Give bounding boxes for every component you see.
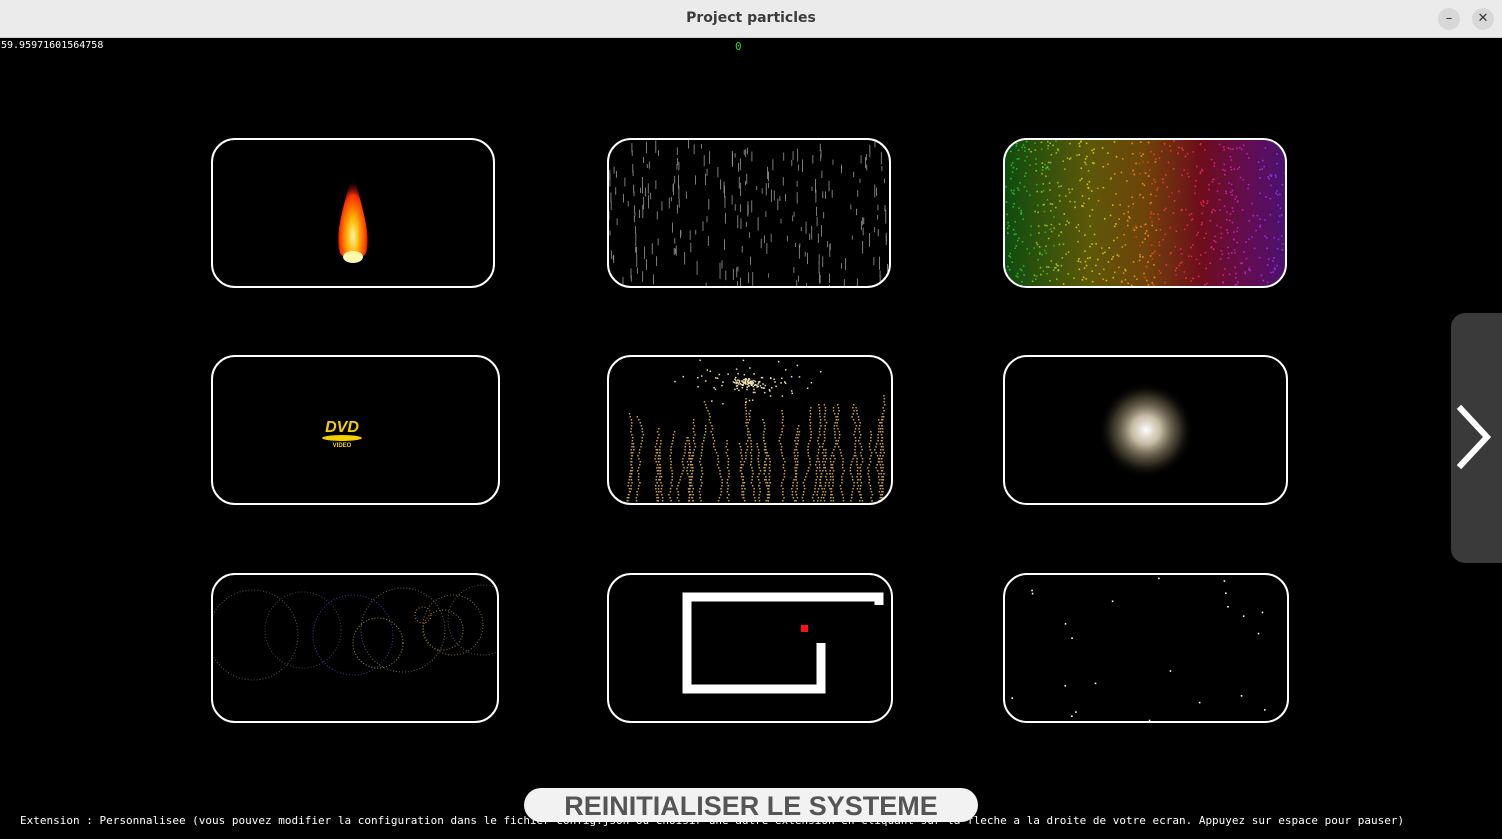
rain-preview [609, 140, 889, 286]
rainbow-preview [1005, 140, 1285, 286]
close-icon: ✕ [1477, 11, 1489, 26]
particle-counter: 0 [735, 40, 742, 53]
minimize-icon: – [1445, 11, 1453, 26]
dvd-logo: DVD [325, 419, 359, 436]
tile-dvd-logo-bounce[interactable]: DVD VIDEO [211, 355, 500, 505]
tile-starfield[interactable] [1003, 573, 1289, 723]
dvd-preview: DVD VIDEO [322, 419, 362, 449]
window-title: Project particles [686, 10, 816, 26]
chevron-right-icon [1456, 404, 1492, 470]
window-titlebar: Project particles – ✕ [0, 0, 1502, 38]
starfield-preview [1011, 577, 1266, 721]
dvd-logo-sub: VIDEO [333, 443, 352, 449]
tile-rainbow-particles[interactable] [1003, 138, 1287, 288]
fire-preview [338, 168, 368, 263]
tile-rain-simulation[interactable] [607, 138, 891, 288]
snake-preview [682, 592, 884, 694]
minimize-button[interactable]: – [1438, 8, 1460, 30]
reset-system-button[interactable]: REINITIALISER LE SYSTEME [524, 788, 978, 822]
next-extension-button[interactable] [1451, 313, 1502, 563]
snake-food [801, 625, 808, 632]
tile-glowing-orb[interactable] [1003, 355, 1288, 505]
tile-fire-simulation[interactable] [211, 138, 495, 288]
tile-orbit-circles[interactable] [211, 573, 499, 723]
tile-golden-particle-growth[interactable] [607, 355, 893, 505]
orbit-preview [213, 584, 497, 681]
tile-snake-game[interactable] [607, 573, 893, 723]
close-button[interactable]: ✕ [1472, 8, 1494, 30]
orb-preview [1098, 382, 1194, 478]
fps-counter: 59.95971601564758 [1, 40, 104, 51]
snake-body [682, 592, 884, 694]
particle-canvas: 59.95971601564758 0 DVD VIDEO Extension … [0, 38, 1502, 839]
golden-preview [626, 359, 886, 502]
